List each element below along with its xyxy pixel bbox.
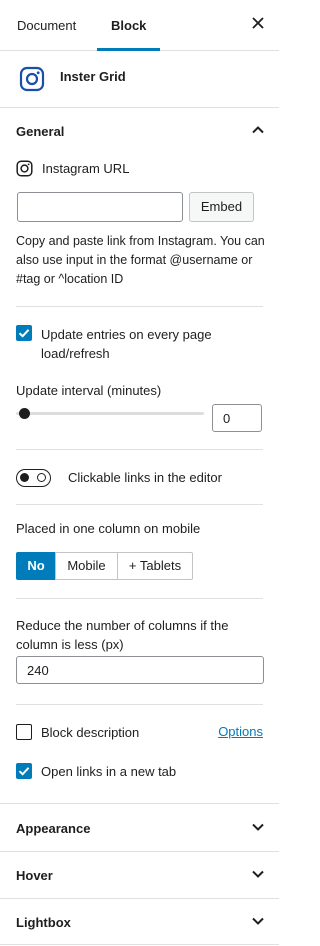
chevron-down-icon[interactable] bbox=[250, 913, 266, 929]
panel-divider bbox=[0, 803, 279, 804]
instagram-icon bbox=[19, 66, 45, 92]
divider bbox=[16, 704, 263, 705]
chevron-down-icon[interactable] bbox=[250, 866, 266, 882]
mobile-column-option-no[interactable]: No bbox=[16, 552, 56, 580]
reduce-columns-label: Reduce the number of columns if the colu… bbox=[16, 618, 229, 652]
panel-divider bbox=[0, 898, 279, 899]
hover-panel-title[interactable]: Hover bbox=[16, 868, 53, 883]
divider bbox=[16, 449, 263, 450]
chevron-down-icon[interactable] bbox=[250, 819, 266, 835]
update-interval-input[interactable] bbox=[212, 404, 262, 432]
embed-button[interactable]: Embed bbox=[189, 192, 254, 222]
close-icon[interactable] bbox=[250, 15, 266, 31]
appearance-panel-title[interactable]: Appearance bbox=[16, 821, 90, 836]
toggle-knob bbox=[20, 473, 29, 482]
sidebar-tabs: Document Block bbox=[0, 0, 279, 51]
divider bbox=[16, 306, 263, 307]
panel-divider bbox=[0, 944, 279, 945]
mobile-column-button-group: No Mobile + Tablets bbox=[16, 552, 193, 580]
mobile-column-option-tablets[interactable]: + Tablets bbox=[117, 552, 193, 580]
mobile-column-option-mobile[interactable]: Mobile bbox=[55, 552, 118, 580]
tab-block[interactable]: Block bbox=[96, 0, 161, 51]
block-description-checkbox[interactable] bbox=[16, 724, 32, 740]
toggle-off-indicator bbox=[37, 473, 46, 482]
options-link[interactable]: Options bbox=[218, 724, 263, 739]
checkmark-icon bbox=[18, 767, 30, 776]
open-new-tab-checkbox[interactable] bbox=[16, 763, 32, 779]
chevron-up-icon[interactable] bbox=[250, 122, 266, 138]
instagram-small-icon bbox=[16, 160, 33, 177]
instagram-url-help: Copy and paste link from Instagram. You … bbox=[16, 234, 265, 286]
block-card: Inster Grid bbox=[0, 51, 279, 108]
divider bbox=[16, 598, 263, 599]
checkmark-icon bbox=[18, 329, 30, 338]
reduce-columns-input[interactable] bbox=[16, 656, 264, 684]
update-interval-slider-thumb[interactable] bbox=[19, 408, 30, 419]
update-interval-slider-track[interactable] bbox=[16, 412, 204, 415]
panel-divider bbox=[0, 851, 279, 852]
clickable-links-label: Clickable links in the editor bbox=[68, 470, 222, 485]
lightbox-panel-title[interactable]: Lightbox bbox=[16, 915, 71, 930]
tab-document[interactable]: Document bbox=[17, 0, 76, 50]
open-new-tab-label[interactable]: Open links in a new tab bbox=[41, 764, 176, 779]
update-entries-checkbox[interactable] bbox=[16, 325, 32, 341]
update-interval-label: Update interval (minutes) bbox=[16, 383, 162, 398]
update-entries-label[interactable]: Update entries on every page load/refres… bbox=[41, 325, 251, 363]
clickable-links-toggle[interactable] bbox=[16, 469, 51, 487]
divider bbox=[16, 504, 263, 505]
instagram-url-label: Instagram URL bbox=[42, 161, 130, 176]
instagram-url-input[interactable] bbox=[17, 192, 183, 222]
general-panel-title[interactable]: General bbox=[16, 124, 64, 139]
mobile-column-label: Placed in one column on mobile bbox=[16, 521, 201, 536]
block-name: Inster Grid bbox=[60, 69, 126, 84]
block-description-label[interactable]: Block description bbox=[41, 725, 139, 740]
